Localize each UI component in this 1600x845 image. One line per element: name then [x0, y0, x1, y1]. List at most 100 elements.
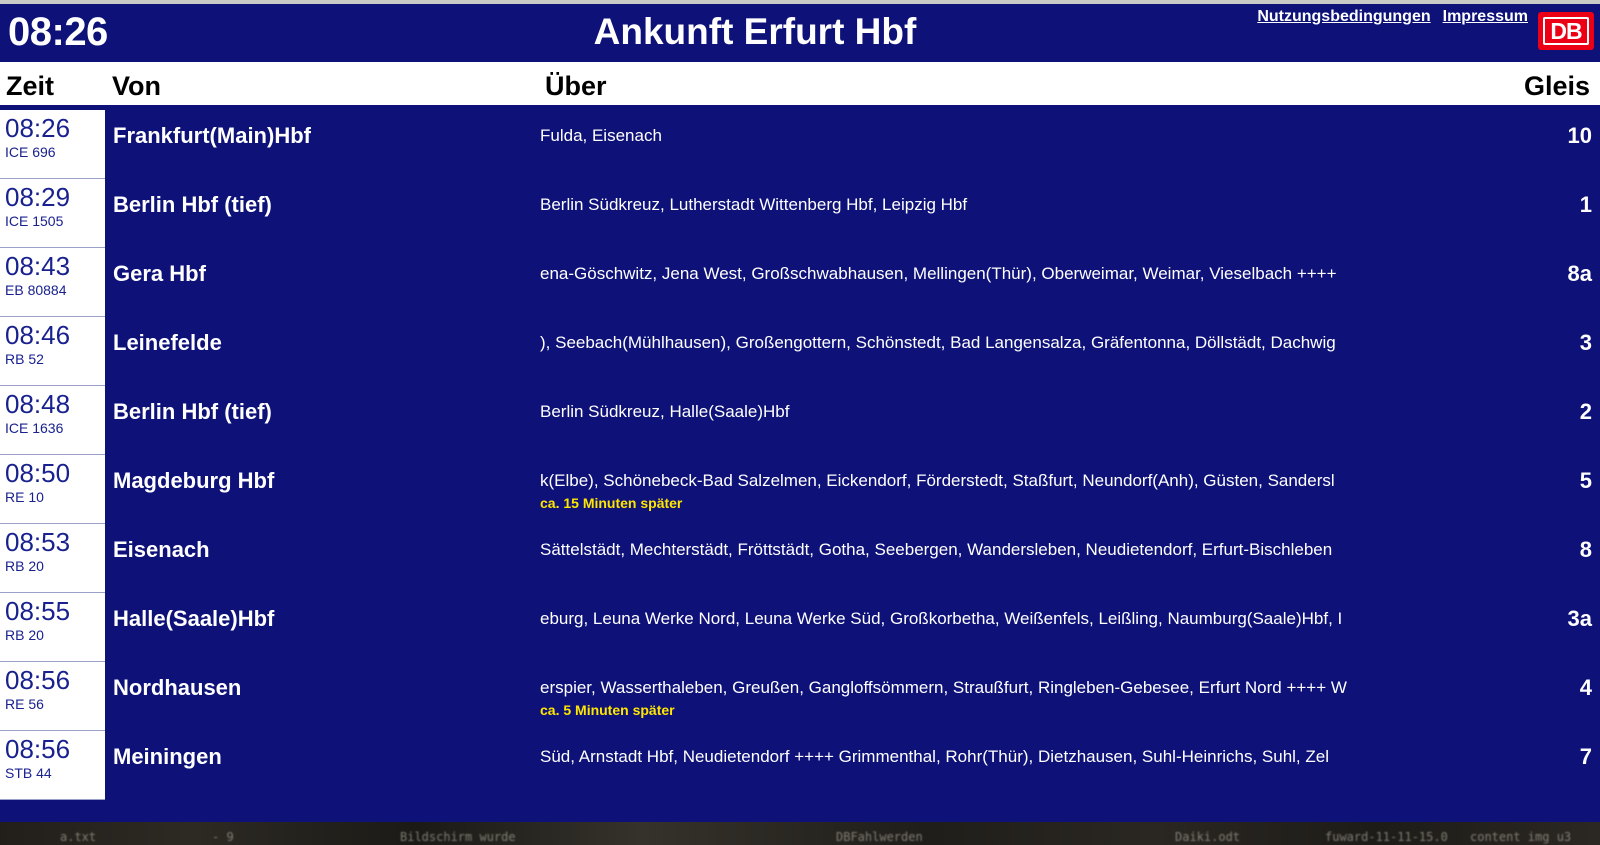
cell-time: 08:29 ICE 1505 — [0, 179, 105, 248]
table-row[interactable]: 08:29 ICE 1505 Berlin Hbf (tief) Berlin Süd… — [0, 179, 1600, 248]
arrival-time: 08:26 — [5, 113, 71, 143]
cell-time: 08:26 ICE 696 — [0, 110, 105, 179]
via-stations: k(Elbe), Schönebeck-Bad Salzelmen, Eicke… — [540, 471, 1335, 490]
cell-details: Magdeburg Hbf k(Elbe), Schönebeck-Bad Sal… — [105, 455, 1600, 524]
origin-station: Meiningen — [113, 744, 222, 769]
bg-fragment: Daiki.odt — [1175, 830, 1241, 844]
screen: 08:26 Ankunft Erfurt Hbf Nutzungsbedingu… — [0, 0, 1600, 845]
column-header-gleis: Gleis — [1523, 71, 1590, 101]
background-window-strip[interactable]: a.txt - 9 Bildschirm wurde DBFahlwerden … — [0, 822, 1600, 845]
platform-number: 1 — [1579, 192, 1592, 217]
platform-number: 2 — [1579, 399, 1592, 424]
table-row[interactable]: 08:48 ICE 1636 Berlin Hbf (tief) Berlin Süd… — [0, 386, 1600, 455]
cell-details: Leinefelde ), Seebach(Mühlhausen), Großen… — [105, 317, 1600, 386]
arrival-time: 08:50 — [5, 458, 71, 488]
via-stations: Fulda, Eisenach — [540, 126, 662, 145]
cell-details: Frankfurt(Main)Hbf Fulda, Eisenach 10 — [105, 110, 1600, 179]
origin-station: Eisenach — [113, 537, 210, 562]
board-header: 08:26 Ankunft Erfurt Hbf Nutzungsbedingu… — [0, 4, 1600, 62]
origin-station: Leinefelde — [113, 330, 222, 355]
cell-time: 08:48 ICE 1636 — [0, 386, 105, 455]
cell-time: 08:46 RB 52 — [0, 317, 105, 386]
db-logo-text: DB — [1543, 17, 1589, 45]
via-stations: erspier, Wasserthaleben, Greußen, Ganglo… — [540, 678, 1347, 697]
arrival-time: 08:53 — [5, 527, 71, 557]
table-row[interactable]: 08:50 RE 10 Magdeburg Hbf k(Elbe), Schönebe… — [0, 455, 1600, 524]
origin-station: Magdeburg Hbf — [113, 468, 275, 493]
train-number: RB 52 — [5, 351, 44, 367]
table-row[interactable]: 08:53 RB 20 Eisenach Sättelstädt, Mechterst… — [0, 524, 1600, 593]
table-row[interactable]: 08:46 RB 52 Leinefelde ), Seebach(Mühlhause… — [0, 317, 1600, 386]
platform-number: 3a — [1567, 606, 1592, 631]
arrival-time: 08:29 — [5, 182, 71, 212]
cell-details: Berlin Hbf (tief) Berlin Südkreuz, Halle(… — [105, 386, 1600, 455]
via-stations: ena-Göschwitz, Jena West, Großschwabhaus… — [540, 264, 1337, 283]
cell-details: Nordhausen erspier, Wasserthaleben, Greuß… — [105, 662, 1600, 731]
origin-station: Nordhausen — [113, 675, 242, 700]
arrival-time: 08:46 — [5, 320, 71, 350]
arrival-time: 08:56 — [5, 665, 71, 695]
via-stations: Sättelstädt, Mechterstädt, Fröttstädt, G… — [540, 540, 1333, 559]
cell-details: Gera Hbf ena-Göschwitz, Jena West, Großsc… — [105, 248, 1600, 317]
departure-board: 08:26 Ankunft Erfurt Hbf Nutzungsbedingu… — [0, 4, 1600, 822]
train-number: EB 80884 — [5, 282, 67, 298]
cell-time: 08:56 RE 56 — [0, 662, 105, 731]
arrival-time: 08:43 — [5, 251, 71, 281]
table-row[interactable]: 08:55 RB 20 Halle(Saale)Hbf eburg, Leuna We… — [0, 593, 1600, 662]
via-stations: Süd, Arnstadt Hbf, Neudietendorf ++++ Gr… — [540, 747, 1329, 766]
column-header-zeit: Zeit — [6, 71, 55, 101]
table-row[interactable]: 08:56 STB 44 Meiningen Süd, Arnstadt Hbf, … — [0, 731, 1600, 800]
platform-number: 8 — [1579, 537, 1592, 562]
train-number: RE 56 — [5, 696, 44, 712]
train-number: ICE 1636 — [5, 420, 64, 436]
cell-time: 08:53 RB 20 — [0, 524, 105, 593]
via-stations: ), Seebach(Mühlhausen), Großengottern, S… — [540, 333, 1336, 352]
train-number: RE 10 — [5, 489, 44, 505]
platform-number: 5 — [1579, 468, 1592, 493]
column-header-row: Zeit Von Über Gleis — [0, 62, 1600, 110]
bg-fragment: - 9 — [212, 830, 234, 844]
bg-fragment: a.txt — [60, 830, 97, 844]
column-header-von: Von — [112, 71, 161, 101]
cell-time: 08:50 RE 10 — [0, 455, 105, 524]
origin-station: Frankfurt(Main)Hbf — [113, 123, 311, 148]
delay-notice: ca. 15 Minuten später — [540, 495, 683, 511]
platform-number: 3 — [1579, 330, 1592, 355]
column-header-ueber: Über — [545, 71, 607, 101]
table-row[interactable]: 08:43 EB 80884 Gera Hbf ena-Göschwitz, Jena… — [0, 248, 1600, 317]
platform-number: 8a — [1567, 261, 1592, 286]
browser-chrome-strip — [0, 0, 1600, 4]
cell-time: 08:55 RB 20 — [0, 593, 105, 662]
arrival-time: 08:48 — [5, 389, 71, 419]
cell-time: 08:56 STB 44 — [0, 731, 105, 800]
origin-station: Halle(Saale)Hbf — [113, 606, 275, 631]
train-number: STB 44 — [5, 765, 52, 781]
train-number: ICE 696 — [5, 144, 56, 160]
delay-notice: ca. 5 Minuten später — [540, 702, 675, 718]
header-links: Nutzungsbedingungen Impressum — [1257, 8, 1528, 26]
train-number: ICE 1505 — [5, 213, 64, 229]
origin-station: Berlin Hbf (tief) — [113, 192, 272, 217]
link-nutzungsbedingungen[interactable]: Nutzungsbedingungen — [1257, 8, 1430, 26]
platform-number: 4 — [1579, 675, 1592, 700]
cell-details: Halle(Saale)Hbf eburg, Leuna Werke Nord, … — [105, 593, 1600, 662]
bg-fragment: DBFahlwerden — [836, 830, 923, 844]
arrival-time: 08:56 — [5, 734, 71, 764]
link-impressum[interactable]: Impressum — [1443, 8, 1528, 26]
via-stations: Berlin Südkreuz, Lutherstadt Wittenberg … — [540, 195, 968, 214]
bg-fragment: fuward-11-11-15.0 — [1325, 830, 1448, 844]
origin-station: Berlin Hbf (tief) — [113, 399, 272, 424]
train-number: RB 20 — [5, 558, 44, 574]
via-stations: Berlin Südkreuz, Halle(Saale)Hbf — [540, 402, 790, 421]
platform-number: 10 — [1567, 123, 1592, 148]
via-stations: eburg, Leuna Werke Nord, Leuna Werke Süd… — [540, 609, 1343, 628]
platform-number: 7 — [1579, 744, 1592, 769]
cell-details: Meiningen Süd, Arnstadt Hbf, Neudietendo… — [105, 731, 1600, 800]
bg-fragment: content img u3 — [1470, 830, 1572, 844]
db-logo-icon[interactable]: DB — [1538, 12, 1594, 50]
arrival-time: 08:55 — [5, 596, 71, 626]
table-row[interactable]: 08:56 RE 56 Nordhausen erspier, Wasserthale… — [0, 662, 1600, 731]
cell-details: Eisenach Sättelstädt, Mechterstädt, Frött… — [105, 524, 1600, 593]
table-row[interactable]: 08:26 ICE 696 Frankfurt(Main)Hbf Fulda, Eis… — [0, 110, 1600, 179]
arrivals-list: 08:26 ICE 696 Frankfurt(Main)Hbf Fulda, Eis… — [0, 110, 1600, 800]
